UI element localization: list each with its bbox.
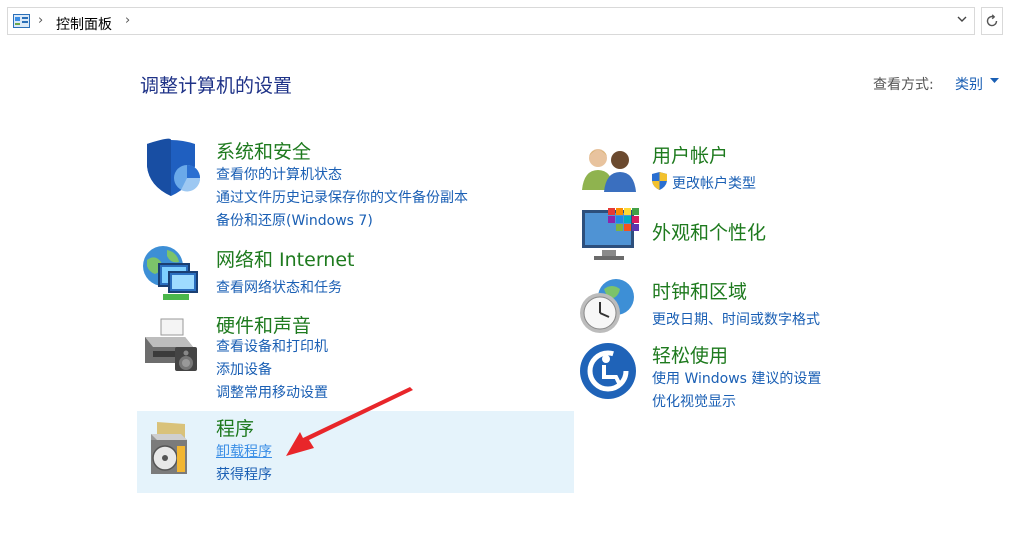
view-by-dropdown[interactable]: 类别 (955, 74, 983, 94)
users-icon (582, 149, 636, 192)
link-view-devices-printers[interactable]: 查看设备和打印机 (216, 336, 328, 356)
ease-of-access-icon (580, 343, 636, 399)
link-uninstall-program[interactable]: 卸载程序 (216, 441, 272, 461)
link-windows-recommended-settings[interactable]: 使用 Windows 建议的设置 (652, 368, 821, 388)
shield-icon (147, 138, 201, 196)
network-globe-icon (143, 246, 198, 300)
link-optimize-visual-display[interactable]: 优化视觉显示 (652, 391, 736, 411)
category-title-ease-of-access[interactable]: 轻松使用 (652, 341, 728, 368)
clock-globe-icon (580, 279, 634, 333)
refresh-button[interactable] (981, 7, 1003, 35)
chevron-right-icon[interactable]: › (38, 13, 43, 28)
printer-icon (145, 318, 197, 371)
programs-hover-highlight (137, 411, 574, 493)
link-change-date-time-format[interactable]: 更改日期、时间或数字格式 (652, 309, 820, 329)
category-title-clock-region[interactable]: 时钟和区域 (652, 277, 747, 304)
software-box-icon (151, 422, 187, 474)
link-view-network-status[interactable]: 查看网络状态和任务 (216, 277, 342, 297)
link-add-device[interactable]: 添加设备 (216, 359, 272, 379)
category-title-programs[interactable]: 程序 (216, 414, 254, 441)
category-title-network-internet[interactable]: 网络和 Internet (216, 245, 354, 272)
link-file-history-backup[interactable]: 通过文件历史记录保存你的文件备份副本 (216, 187, 468, 207)
link-view-computer-status[interactable]: 查看你的计算机状态 (216, 164, 342, 184)
link-mobility-settings[interactable]: 调整常用移动设置 (216, 382, 328, 402)
control-panel-icon (13, 14, 30, 28)
link-change-account-type[interactable]: 更改帐户类型 (672, 173, 756, 193)
address-bar[interactable]: › 控制面板 › (7, 7, 1003, 35)
chevron-right-icon[interactable]: › (125, 13, 130, 28)
link-backup-restore[interactable]: 备份和还原(Windows 7) (216, 210, 373, 230)
chevron-down-icon[interactable] (955, 12, 969, 26)
category-title-system-security[interactable]: 系统和安全 (216, 137, 311, 164)
display-colors-icon (582, 208, 639, 260)
address-box[interactable]: › 控制面板 › (7, 7, 975, 35)
page-title: 调整计算机的设置 (140, 75, 293, 97)
link-get-programs[interactable]: 获得程序 (216, 464, 272, 484)
breadcrumb-control-panel[interactable]: 控制面板 (56, 14, 112, 34)
caret-down-icon[interactable] (990, 78, 999, 84)
uac-shield-icon (652, 172, 667, 190)
category-title-user-accounts[interactable]: 用户帐户 (652, 141, 728, 168)
refresh-icon (986, 14, 998, 27)
view-by-label: 查看方式: (873, 77, 934, 93)
category-title-appearance[interactable]: 外观和个性化 (652, 218, 766, 245)
category-title-hardware-sound[interactable]: 硬件和声音 (216, 311, 311, 338)
